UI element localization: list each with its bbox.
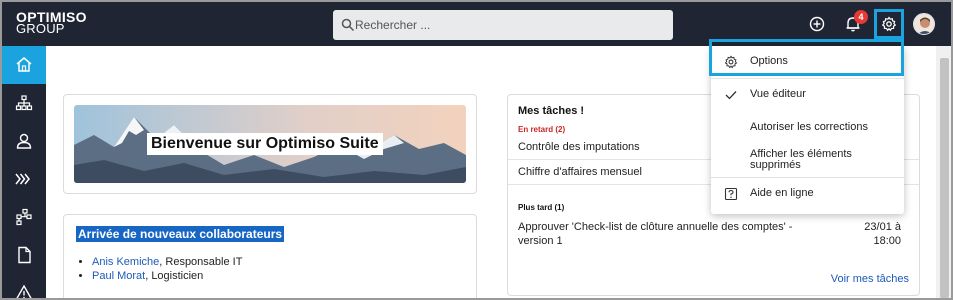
employee-role: , Logisticien — [145, 270, 204, 282]
sidebar-item-home[interactable] — [2, 46, 46, 84]
late-label: En retard — [518, 125, 554, 134]
menu-item-label: Aide en ligne — [750, 187, 814, 199]
settings-button[interactable] — [874, 9, 904, 39]
menu-item-allow-corrections[interactable]: Autoriser les corrections — [711, 112, 904, 144]
help-icon — [724, 187, 738, 201]
check-icon — [725, 91, 737, 100]
list-item: Paul Morat, Logisticien — [92, 269, 242, 283]
options-highlight — [709, 39, 904, 76]
document-icon — [18, 246, 31, 264]
scrollbar-thumb[interactable] — [940, 58, 949, 298]
task-due-date: 23/01 à 18:00 — [864, 221, 901, 247]
search-input[interactable]: Rechercher ... — [333, 10, 673, 40]
sidebar-item-user[interactable] — [2, 122, 46, 160]
user-icon — [16, 133, 32, 149]
hierarchy-icon — [16, 208, 32, 226]
warning-icon — [16, 284, 32, 298]
view-my-tasks-link[interactable]: Voir mes tâches — [831, 273, 909, 285]
search-placeholder: Rechercher ... — [355, 18, 431, 32]
employee-link[interactable]: Anis Kemiche — [92, 256, 159, 268]
notification-badge: 4 — [854, 10, 868, 24]
sidebar-item-organization[interactable] — [2, 84, 46, 122]
menu-item-online-help[interactable]: Aide en ligne — [711, 178, 904, 210]
menu-item-editor-view[interactable]: Vue éditeur — [711, 79, 904, 111]
new-employees-title: Arrivée de nouveaux collaborateurs — [76, 226, 285, 242]
search-icon — [341, 18, 355, 32]
task-item[interactable]: Chiffre d'affaires mensuel — [518, 166, 642, 178]
app-window: OPTIMISO GROUP Rechercher ... 4 Bienvenu… — [0, 0, 953, 300]
tasks-title: Mes tâches ! — [518, 105, 585, 117]
menu-item-label: Autoriser les corrections — [750, 121, 868, 133]
later-label: Plus tard — [518, 203, 553, 212]
later-section-label: Plus tard (1) — [518, 203, 564, 212]
task-item[interactable]: Approuver 'Check-list de clôture annuell… — [518, 220, 796, 248]
sidebar-item-risks[interactable] — [2, 274, 46, 298]
sidebar — [2, 46, 46, 298]
process-chevrons-icon — [15, 173, 30, 185]
banner-image: Bienvenue sur Optimiso Suite — [74, 105, 466, 183]
home-icon — [16, 57, 32, 72]
gear-icon — [881, 16, 897, 32]
user-photo — [914, 14, 934, 34]
avatar[interactable] — [913, 13, 935, 35]
new-employees-card: Arrivée de nouveaux collaborateurs Anis … — [63, 214, 477, 298]
employee-role: , Responsable IT — [159, 256, 243, 268]
menu-item-label: Afficher les éléments supprimés — [750, 148, 852, 171]
sidebar-item-process[interactable] — [2, 160, 46, 198]
employee-link[interactable]: Paul Morat — [92, 270, 145, 282]
logo[interactable]: OPTIMISO GROUP — [16, 10, 87, 35]
menu-item-label: Vue éditeur — [750, 88, 806, 100]
welcome-card: Bienvenue sur Optimiso Suite — [63, 94, 477, 194]
sidebar-item-hierarchy[interactable] — [2, 198, 46, 236]
sidebar-item-documents[interactable] — [2, 236, 46, 274]
late-count: (2) — [555, 125, 566, 134]
welcome-title: Bienvenue sur Optimiso Suite — [147, 133, 383, 155]
org-chart-icon — [15, 95, 33, 111]
menu-item-show-deleted[interactable]: Afficher les éléments supprimés — [711, 145, 904, 177]
task-item[interactable]: Contrôle des imputations — [518, 141, 640, 153]
late-section-label: En retard (2) — [518, 125, 565, 134]
scrollbar[interactable] — [936, 46, 951, 298]
new-employees-list: Anis Kemiche, Responsable IT Paul Morat,… — [92, 255, 242, 283]
list-item: Anis Kemiche, Responsable IT — [92, 255, 242, 269]
add-icon[interactable] — [807, 14, 827, 34]
later-count: (1) — [554, 203, 565, 212]
